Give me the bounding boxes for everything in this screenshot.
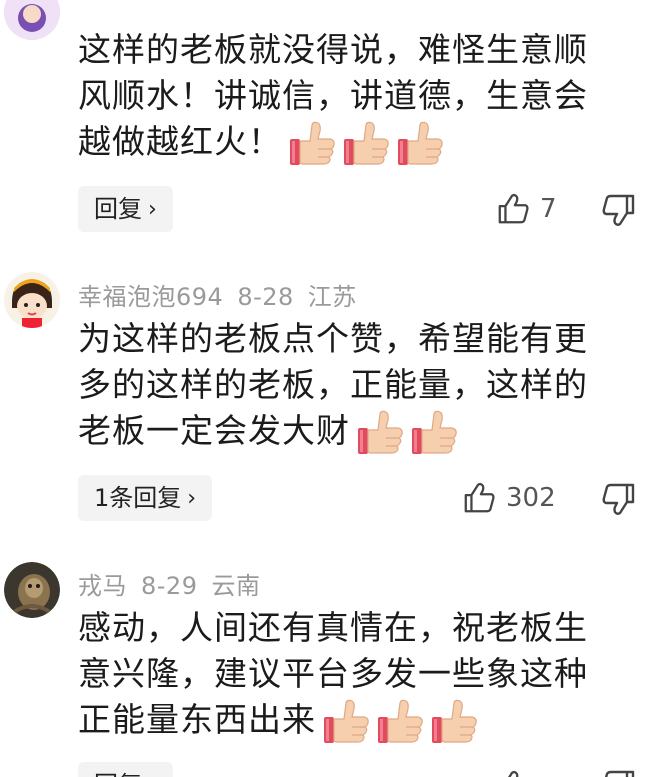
- thumbs-up-outline-icon: [496, 192, 530, 226]
- reply-label: 1条回复: [94, 484, 182, 512]
- username[interactable]: 戎马: [78, 572, 127, 600]
- thumbs-up-emoji: [342, 121, 390, 167]
- comment-text-line: 这样的老板就没得说，难怪生意顺: [78, 30, 588, 69]
- chevron-right-icon: ›: [148, 763, 157, 777]
- reply-button[interactable]: 1条回复 ›: [78, 475, 213, 521]
- comment-text-line: 为这样的老板点个赞，希望能有更: [78, 319, 588, 358]
- like-button[interactable]: [496, 766, 540, 777]
- avatar-image: [4, 272, 60, 328]
- comment-meta-cut: — · · · — ·: [78, 0, 200, 10]
- comment-text-line: 越做越红火！: [78, 122, 282, 161]
- thumbs-up-emoji: [376, 699, 424, 745]
- comment-text-line: 风顺水！讲诚信，讲道德，生意会: [78, 76, 588, 115]
- reply-button[interactable]: 回复 ›: [78, 762, 173, 777]
- comment-text: 这样的老板就没得说，难怪生意顺 风顺水！讲诚信，讲道德，生意会 越做越红火！: [78, 27, 638, 167]
- chevron-right-icon: ›: [148, 197, 157, 222]
- chevron-right-icon: ›: [187, 486, 197, 511]
- thumbs-down-outline-icon[interactable]: [601, 481, 637, 517]
- reply-label: 回复: [94, 771, 142, 777]
- comment-meta: 戎马 8-29 云南: [78, 566, 274, 601]
- thumbs-up-outline-icon: [496, 769, 530, 777]
- reply-label: 回复: [94, 195, 142, 223]
- comment-text-line: 多的这样的老板，正能量，这样的: [78, 365, 588, 404]
- avatar[interactable]: [4, 272, 60, 328]
- comment-text-line: 老板一定会发大财: [78, 411, 350, 450]
- comment-text-line: 感动，人间还有真情在，祝老板生: [78, 608, 588, 647]
- username[interactable]: 幸福泡泡694: [78, 283, 223, 311]
- thumbs-down-outline-icon[interactable]: [601, 192, 637, 228]
- avatar[interactable]: [4, 0, 60, 40]
- comment-text-line-wrap: 正能量东西出来: [78, 697, 638, 745]
- comment-meta: 幸福泡泡694 8-28 江苏: [78, 277, 371, 312]
- thumbs-up-emoji: [356, 410, 404, 456]
- comment-date: 8-29: [141, 572, 198, 600]
- reply-button[interactable]: 回复›: [78, 186, 173, 232]
- avatar-image: [4, 562, 60, 618]
- comment-text: 感动，人间还有真情在，祝老板生 意兴隆，建议平台多发一些象这种 正能量东西出来: [78, 605, 638, 745]
- comment-location: 江苏: [307, 283, 357, 311]
- comment-text: 为这样的老板点个赞，希望能有更 多的这样的老板，正能量，这样的 老板一定会发大财: [78, 316, 638, 456]
- comment-text-line-wrap: 越做越红火！: [78, 119, 638, 167]
- thumbs-up-emoji: [410, 410, 458, 456]
- thumbs-up-emoji: [430, 699, 478, 745]
- like-count: 302: [506, 483, 556, 513]
- comment-text-line-wrap: 老板一定会发大财: [78, 408, 638, 456]
- comment-text-line: 正能量东西出来: [78, 700, 316, 739]
- comment-location: 云南: [211, 572, 261, 600]
- thumbs-up-outline-icon: [462, 481, 496, 515]
- like-button[interactable]: 7: [496, 189, 557, 229]
- avatar-image: [4, 0, 60, 40]
- thumbs-up-emoji: [322, 699, 370, 745]
- comment-text-line: 意兴隆，建议平台多发一些象这种: [78, 654, 588, 693]
- thumbs-up-emoji: [288, 121, 336, 167]
- thumbs-down-outline-icon[interactable]: [601, 768, 637, 777]
- like-count: 7: [540, 194, 557, 224]
- comment-date: 8-28: [237, 283, 294, 311]
- avatar[interactable]: [4, 562, 60, 618]
- comment-list: — · · · — · 这样的老板就没得说，难怪生意顺 风顺水！讲诚信，讲道德，…: [0, 0, 659, 777]
- like-button[interactable]: 302: [462, 478, 556, 518]
- thumbs-up-emoji: [396, 121, 444, 167]
